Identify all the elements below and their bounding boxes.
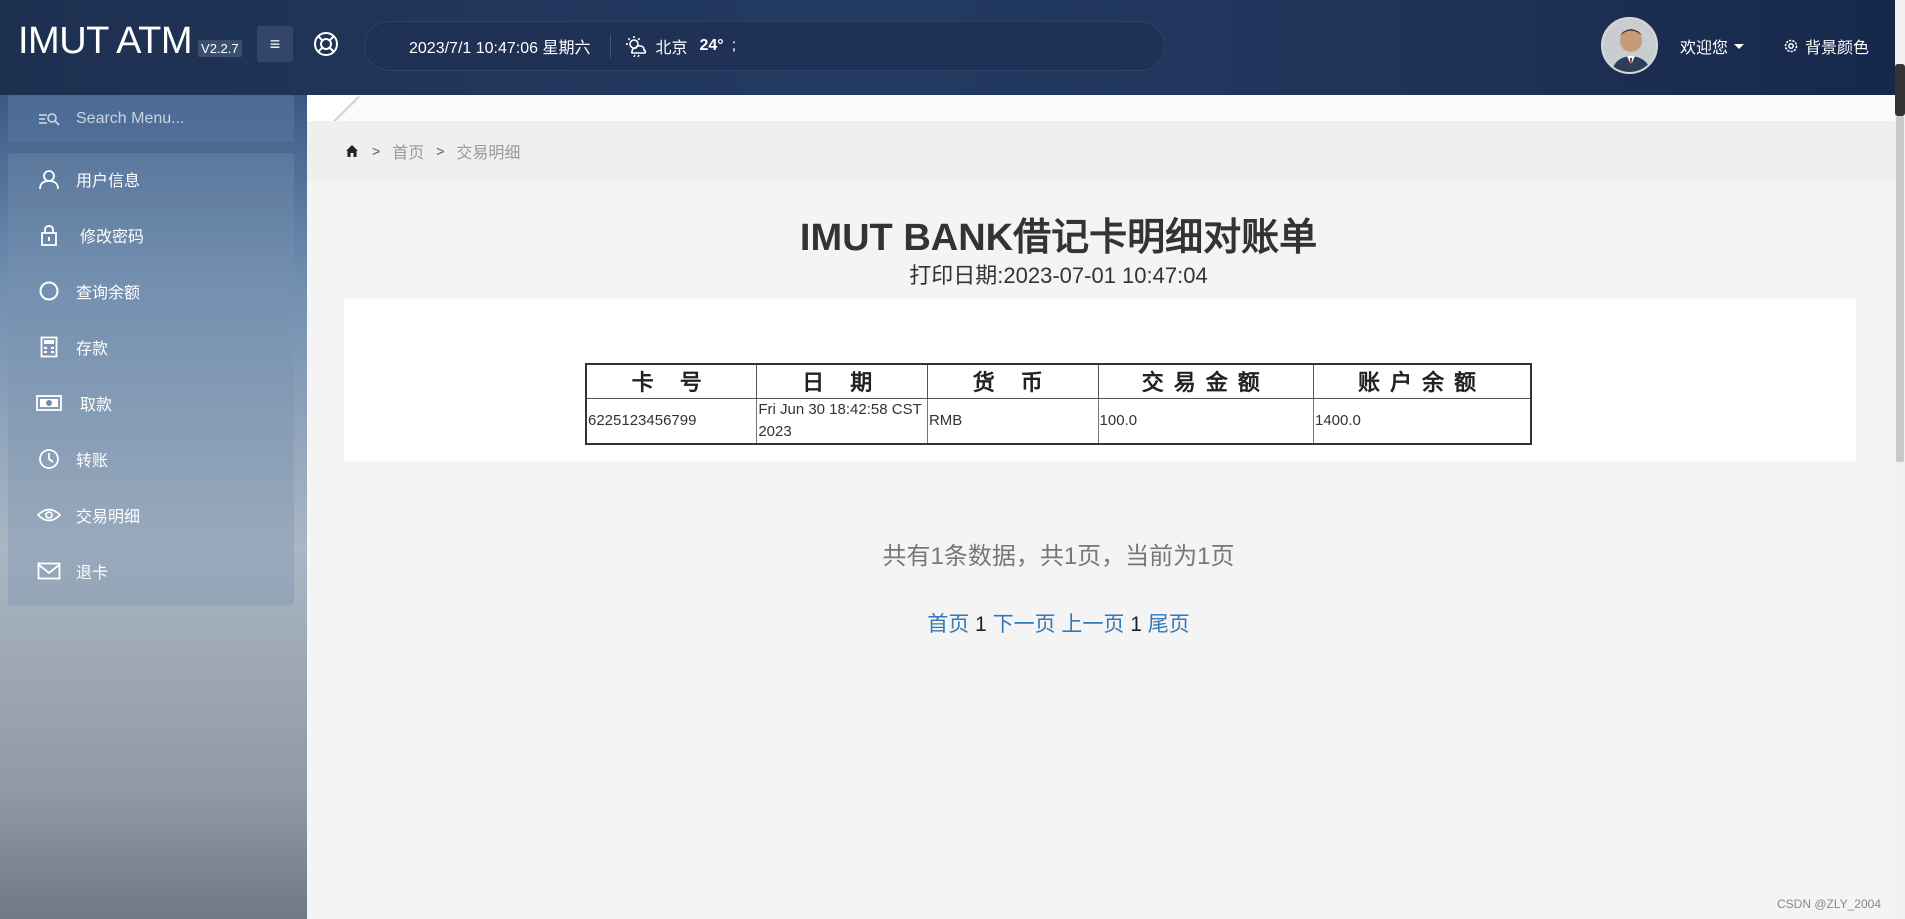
sidebar-item-label: 存款	[76, 341, 109, 358]
calculator-icon	[36, 334, 62, 360]
page-title: IMUT BANK借记卡明细对账单	[799, 217, 1318, 259]
sidebar-item-eject-card[interactable]: 退卡	[8, 545, 294, 597]
divider	[610, 34, 612, 58]
statement-card: 卡 号 日 期 货 币 交易金额 账户余额 6225123456799 Fri …	[344, 299, 1856, 461]
gear-icon	[1784, 39, 1798, 53]
total-page-number: 1	[1130, 613, 1142, 636]
lock-icon	[36, 222, 62, 248]
sidebar-item-balance[interactable]: 查询余额	[8, 265, 294, 317]
scroll-thumb[interactable]	[1896, 116, 1904, 462]
welcome-dropdown[interactable]: 欢迎您	[1680, 34, 1745, 58]
transactions-table: 卡 号 日 期 货 币 交易金额 账户余额 6225123456799 Fri …	[585, 363, 1532, 445]
sidebar-item-user-info[interactable]: 用户信息	[8, 153, 294, 205]
welcome-label: 欢迎您	[1680, 40, 1729, 57]
cell-currency: RMB	[926, 397, 1099, 445]
first-page-link[interactable]: 首页	[927, 613, 969, 636]
sidebar-item-label: 查询余额	[76, 285, 141, 302]
search-icon	[39, 112, 60, 126]
menu-search	[8, 95, 294, 142]
next-page-link[interactable]: 下一页	[993, 613, 1056, 636]
info-bar: 2023/7/1 10:47:06 星期六 北京 24° ;	[364, 21, 1165, 71]
prev-page-link[interactable]: 上一页	[1061, 613, 1124, 636]
column-header-amount: 交易金额	[1097, 363, 1315, 399]
table-row: 6225123456799 Fri Jun 30 18:42:58 CST 20…	[585, 397, 1532, 445]
search-input[interactable]	[76, 109, 276, 128]
chevron-right-icon: >	[436, 143, 445, 159]
weather-widget: 北京 24° ;	[625, 34, 736, 58]
column-header-currency: 货 币	[926, 363, 1099, 399]
cell-amount: 100.0	[1097, 397, 1315, 445]
sidebar-item-deposit[interactable]: 存款	[8, 321, 294, 373]
sidebar-item-label: 修改密码	[80, 229, 145, 246]
sidebar-item-label: 交易明细	[76, 509, 141, 526]
scroll-up-button[interactable]	[1895, 64, 1905, 116]
user-icon	[36, 166, 62, 192]
hamburger-icon: ≡	[269, 33, 281, 54]
sidebar-item-label: 退卡	[76, 565, 109, 582]
content-top-strip	[307, 95, 1895, 121]
current-page-number: 1	[975, 613, 987, 636]
cell-balance: 1400.0	[1313, 397, 1532, 445]
money-icon	[36, 390, 62, 416]
envelope-icon	[36, 558, 62, 584]
eye-icon	[36, 502, 62, 528]
weather-suffix: ;	[731, 37, 737, 54]
clock-text: 2023/7/1 10:47:06 星期六	[409, 40, 591, 57]
sidebar-item-transfer[interactable]: 转账	[8, 433, 294, 485]
breadcrumb-current: 交易明细	[456, 145, 521, 162]
menu-toggle-button[interactable]: ≡	[257, 26, 293, 62]
column-header-balance: 账户余额	[1313, 363, 1532, 399]
brand-name: IMUT ATM	[18, 20, 193, 62]
weather-temperature: 24°	[699, 37, 724, 54]
sidebar-item-change-password[interactable]: 修改密码	[8, 209, 294, 261]
pagination-summary: 共有1条数据，共1页，当前为1页	[882, 543, 1235, 570]
weather-city: 北京	[655, 40, 688, 57]
home-icon[interactable]	[344, 143, 360, 159]
cell-date: Fri Jun 30 18:42:58 CST 2023	[756, 397, 928, 445]
version-badge: V2.2.7	[198, 40, 242, 57]
sidebar-item-label: 取款	[80, 397, 113, 414]
user-photo	[1603, 19, 1656, 72]
table-header-row: 卡 号 日 期 货 币 交易金额 账户余额	[585, 363, 1532, 399]
sidebar-item-transactions[interactable]: 交易明细	[8, 489, 294, 541]
sidebar-item-label: 转账	[76, 453, 109, 470]
lifebuoy-icon	[314, 32, 338, 56]
chevron-right-icon: >	[372, 143, 381, 159]
watermark: CSDN @ZLY_2004	[1776, 897, 1881, 911]
sidebar-item-withdraw[interactable]: 取款	[8, 377, 294, 429]
weather-icon	[626, 36, 647, 57]
avatar[interactable]	[1601, 17, 1658, 74]
page-scrollbar[interactable]	[1895, 0, 1905, 919]
caret-down-icon	[1734, 43, 1745, 49]
cell-card-number: 6225123456799	[585, 397, 758, 445]
help-button[interactable]	[310, 28, 342, 60]
sidebar-menu: 用户信息 修改密码 查询余额 存款 取款 转账 交易明细 退卡	[8, 153, 294, 605]
breadcrumb-home-link[interactable]: 首页	[392, 139, 424, 163]
column-header-date: 日 期	[756, 363, 928, 399]
background-color-label: 背景颜色	[1805, 40, 1870, 57]
circle-icon	[36, 278, 62, 304]
main-content: > 首页 > 交易明细 IMUT BANK借记卡明细对账单 打印日期:2023-…	[307, 95, 1895, 919]
top-navbar: IMUT ATM V2.2.7 ≡ 2023/7/1 10:47:06 星期六	[0, 0, 1905, 95]
pagination: 首页 1 下一页 上一页 1 尾页	[307, 608, 1810, 638]
column-header-card: 卡 号	[585, 363, 758, 399]
sidebar-item-label: 用户信息	[76, 173, 141, 190]
last-page-link[interactable]: 尾页	[1148, 613, 1190, 636]
print-date: 打印日期:2023-07-01 10:47:04	[909, 263, 1208, 288]
breadcrumb: > 首页 > 交易明细	[307, 121, 1895, 181]
background-color-button[interactable]: 背景颜色	[1783, 34, 1869, 58]
sidebar: 用户信息 修改密码 查询余额 存款 取款	[0, 95, 307, 919]
clock-icon	[36, 446, 62, 472]
brand-logo[interactable]: IMUT ATM V2.2.7	[18, 20, 242, 68]
